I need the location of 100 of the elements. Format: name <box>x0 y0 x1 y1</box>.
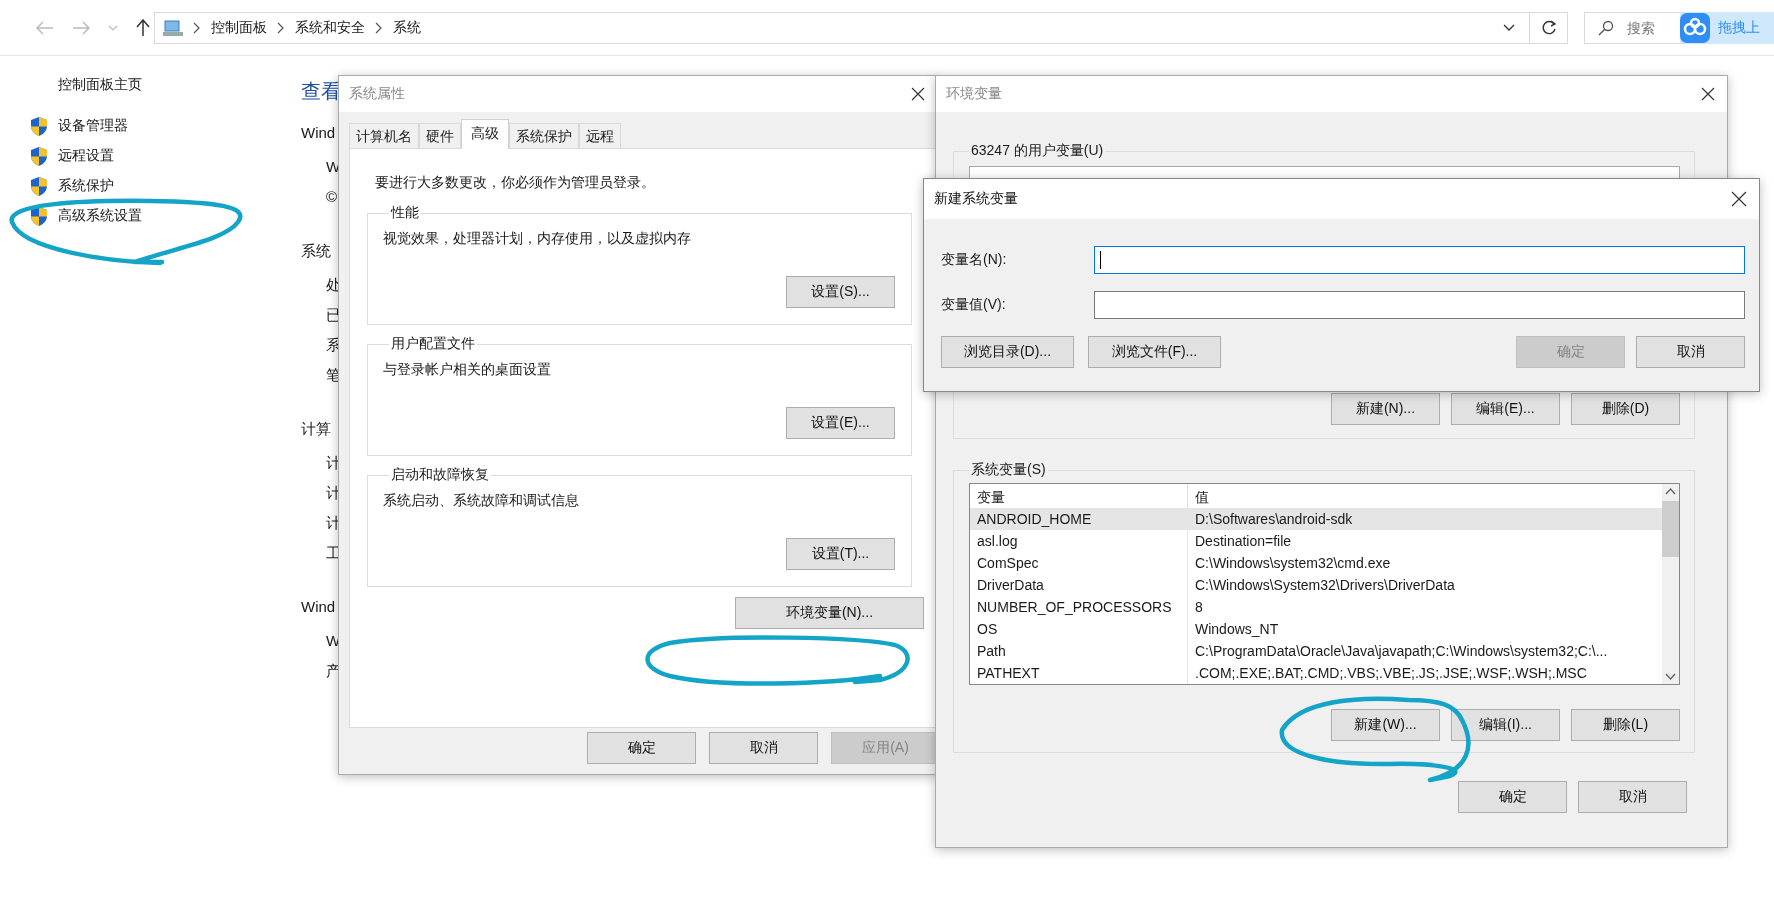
info-text: 计 <box>326 513 341 533</box>
tab[interactable]: 高级 <box>461 119 509 149</box>
sidebar-link[interactable]: 控制面板主页 <box>58 76 301 94</box>
table-cell: PATHEXT <box>970 662 1188 684</box>
button[interactable]: 浏览目录(D)... <box>941 336 1074 368</box>
shield-icon <box>30 115 48 137</box>
tab[interactable]: 计算机名 <box>349 123 419 148</box>
refresh-icon[interactable] <box>1540 19 1557 36</box>
table-row[interactable]: DriverData C:\Windows\System32\Drivers\DriverData <box>970 574 1662 596</box>
info-text: 计 <box>326 453 341 473</box>
button[interactable]: 编辑(I)... <box>1451 709 1560 741</box>
group-title: 系统变量(S) <box>970 461 1047 479</box>
tab[interactable]: 远程 <box>579 123 621 148</box>
button[interactable]: 确定 <box>587 732 696 764</box>
group-title: 启动和故障恢复 <box>390 466 490 484</box>
chevron-icon <box>277 21 285 34</box>
table-row[interactable]: ANDROID_HOME D:\Softwares\android-sdk <box>970 508 1662 530</box>
table-row[interactable]: asl.log Destination=file <box>970 530 1662 552</box>
table-cell-text: D:\Softwares\android-sdk <box>1194 510 1353 529</box>
breadcrumb-item[interactable]: 系统和安全 <box>295 18 365 37</box>
table-cell: NUMBER_OF_PROCESSORS <box>970 596 1188 618</box>
button[interactable]: 取消 <box>1578 781 1687 813</box>
cloud-icon <box>1680 13 1710 43</box>
button[interactable]: 新建(N)... <box>1331 393 1440 425</box>
field-label: 变量名(N): <box>941 251 1008 269</box>
table-cell-text: C:\Windows\System32\Drivers\DriverData <box>1194 576 1455 595</box>
description-text: 与登录帐户相关的桌面设置 <box>383 361 552 379</box>
table-cell-text: Windows_NT <box>1194 620 1279 639</box>
sidebar-link[interactable]: 远程设置 <box>58 147 114 165</box>
table-cell-text: .COM;.EXE;.BAT;.CMD;.VBS;.VBE;.JS;.JSE;.WSF;.WSH;.MSC <box>1194 664 1587 683</box>
table-cell-text: C:\Windows\system32\cmd.exe <box>1194 554 1391 573</box>
button[interactable]: 取消 <box>1636 336 1745 368</box>
table-cell: DriverData <box>970 574 1188 596</box>
section-title: Wind <box>301 123 336 143</box>
page-heading: 查看 <box>301 79 341 104</box>
shield-icon <box>30 205 48 227</box>
table-cell: OS <box>970 618 1188 640</box>
table-row[interactable]: PATHEXT .COM;.EXE;.BAT;.CMD;.VBS;.VBE;.JS;.JSE;.WSF;.WSH;.MSC <box>970 662 1662 684</box>
breadcrumb-item[interactable]: 控制面板 <box>211 18 267 37</box>
input-field[interactable] <box>1094 291 1745 319</box>
table-cell: asl.log <box>970 530 1188 552</box>
breadcrumb-item[interactable]: 系统 <box>393 18 421 37</box>
address-bar[interactable]: 控制面板 系统和安全 系统 <box>154 11 1530 44</box>
scrollbar[interactable] <box>1662 484 1679 684</box>
button[interactable]: 设置(T)... <box>786 538 895 570</box>
button[interactable]: 设置(E)... <box>786 407 895 439</box>
group-title: 性能 <box>389 204 420 222</box>
scroll-down-icon[interactable] <box>1665 673 1676 680</box>
chevron-icon <box>193 21 201 34</box>
chevron-icon <box>375 21 383 34</box>
field-label: 变量值(V): <box>941 296 1007 314</box>
table-row[interactable]: Path C:\ProgramData\Oracle\Java\javapath;C:\Windows\system32;C:\... <box>970 640 1662 662</box>
table-cell-text: 8 <box>1194 598 1203 617</box>
info-text: 计 <box>326 483 341 503</box>
variable-list[interactable] <box>969 483 1680 685</box>
sidebar-link[interactable]: 系统保护 <box>58 177 114 195</box>
description-text: 视觉效果，处理器计划，内存使用，以及虚拟内存 <box>383 230 692 248</box>
description-text: 系统启动、系统故障和调试信息 <box>383 492 580 510</box>
close-icon[interactable] <box>1701 87 1715 101</box>
table-row[interactable]: NUMBER_OF_PROCESSORS 8 <box>970 596 1662 618</box>
input-field[interactable] <box>1094 246 1745 274</box>
table-cell-text: C:\ProgramData\Oracle\Java\javapath;C:\Windows\system32;C:\... <box>1194 642 1608 661</box>
table-cell: ANDROID_HOME <box>970 508 1188 530</box>
scroll-thumb[interactable] <box>1662 501 1679 557</box>
notice-text: 要进行大多数更改，你必须作为管理员登录。 <box>375 174 656 192</box>
table-row[interactable]: OS Windows_NT <box>970 618 1662 640</box>
column-header[interactable]: 值 <box>1188 484 1209 508</box>
table-cell: Path <box>970 640 1188 662</box>
up-icon[interactable] <box>136 18 150 37</box>
section-title: Wind <box>301 597 336 617</box>
button[interactable]: 取消 <box>709 732 818 764</box>
shield-icon <box>30 175 48 197</box>
badge-label: 拖拽上 <box>1718 19 1760 37</box>
button[interactable]: 新建(W)... <box>1331 709 1440 741</box>
section-title: 系统 <box>301 241 331 261</box>
button[interactable]: 编辑(E)... <box>1451 393 1560 425</box>
button[interactable]: 环境变量(N)... <box>735 597 924 629</box>
sidebar-link[interactable]: 设备管理器 <box>58 117 128 135</box>
button[interactable]: 确定 <box>1458 781 1567 813</box>
button[interactable]: 删除(L) <box>1571 709 1680 741</box>
close-icon[interactable] <box>911 87 925 101</box>
scroll-up-icon[interactable] <box>1665 488 1676 495</box>
sidebar-link[interactable]: 高级系统设置 <box>58 207 142 225</box>
dropdown-icon[interactable] <box>1503 24 1515 31</box>
window-title: 系统属性 <box>349 85 405 103</box>
tab[interactable]: 系统保护 <box>509 123 579 148</box>
button[interactable]: 设置(S)... <box>786 276 895 308</box>
close-icon[interactable] <box>1731 191 1747 207</box>
button[interactable]: 删除(D) <box>1571 393 1680 425</box>
shield-icon <box>30 145 48 167</box>
section-title: 计算 <box>301 419 331 439</box>
search-icon <box>1598 19 1614 36</box>
window-title: 新建系统变量 <box>934 190 1018 208</box>
tab[interactable]: 硬件 <box>419 123 461 148</box>
table-cell: ComSpec <box>970 552 1188 574</box>
button[interactable]: 浏览文件(F)... <box>1088 336 1221 368</box>
group-title: 63247 的用户变量(U) <box>970 142 1105 160</box>
window-title: 环境变量 <box>946 85 1002 103</box>
table-row[interactable]: ComSpec C:\Windows\system32\cmd.exe <box>970 552 1662 574</box>
table-cell-text: Destination=file <box>1194 532 1292 551</box>
